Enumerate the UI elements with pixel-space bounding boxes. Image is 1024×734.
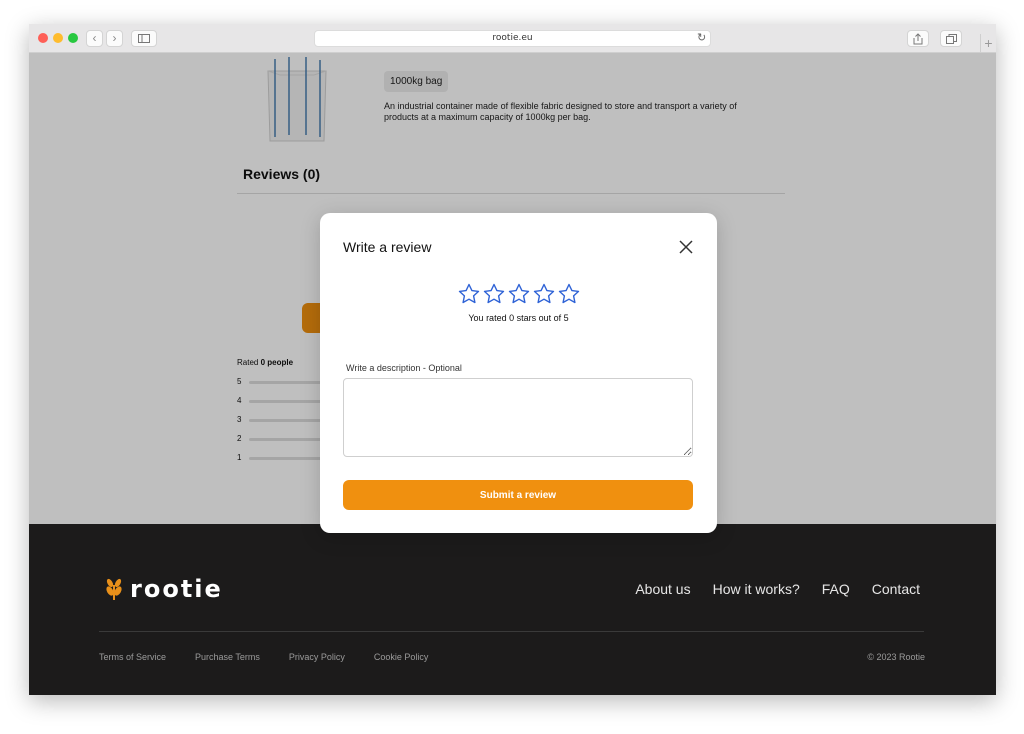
footer-link-contact[interactable]: Contact <box>872 581 920 597</box>
wheat-icon <box>106 578 122 600</box>
footer-link-how-it-works[interactable]: How it works? <box>713 581 800 597</box>
logo-text: rootie <box>130 575 223 603</box>
star-icon[interactable] <box>557 283 581 305</box>
zoom-window-button[interactable] <box>68 33 78 43</box>
back-button[interactable]: ‹ <box>86 30 103 47</box>
footer-link-purchase-terms[interactable]: Purchase Terms <box>195 652 260 662</box>
footer-nav: About us How it works? FAQ Contact <box>635 581 920 597</box>
description-label: Write a description - Optional <box>346 363 462 373</box>
chevron-right-icon: › <box>112 31 117 45</box>
share-icon <box>913 33 923 45</box>
minimize-window-button[interactable] <box>53 33 63 43</box>
browser-titlebar: ‹ › rootie.eu ↻ + <box>29 24 996 53</box>
footer-legal-links: Terms of Service Purchase Terms Privacy … <box>99 652 428 662</box>
url-text: rootie.eu <box>492 33 533 43</box>
footer-divider <box>99 631 924 632</box>
tabs-overview-button[interactable] <box>940 30 962 47</box>
chevron-left-icon: ‹ <box>92 31 97 45</box>
reload-icon[interactable]: ↻ <box>697 30 706 47</box>
submit-review-button[interactable]: Submit a review <box>343 480 693 510</box>
star-icon[interactable] <box>457 283 481 305</box>
footer-link-terms[interactable]: Terms of Service <box>99 652 166 662</box>
site-footer: rootie About us How it works? FAQ Contac… <box>29 524 996 695</box>
close-icon[interactable] <box>678 239 694 255</box>
rating-status: You rated 0 stars out of 5 <box>468 313 569 323</box>
tabs-icon <box>945 34 957 44</box>
copyright: © 2023 Rootie <box>867 652 925 662</box>
forward-button[interactable]: › <box>106 30 123 47</box>
rootie-logo[interactable]: rootie <box>104 574 223 604</box>
footer-link-cookies[interactable]: Cookie Policy <box>374 652 429 662</box>
browser-window: ‹ › rootie.eu ↻ + 1000kg bag An industri… <box>29 24 996 695</box>
footer-link-privacy[interactable]: Privacy Policy <box>289 652 345 662</box>
description-field[interactable] <box>343 378 693 457</box>
address-bar[interactable]: rootie.eu <box>314 30 711 47</box>
star-icon[interactable] <box>532 283 556 305</box>
sidebar-toggle-button[interactable] <box>131 30 157 47</box>
footer-link-about[interactable]: About us <box>635 581 690 597</box>
sidebar-icon <box>138 34 150 43</box>
plus-icon[interactable]: + <box>980 34 996 53</box>
dialog-title: Write a review <box>343 239 432 255</box>
star-rating <box>320 283 717 305</box>
share-button[interactable] <box>907 30 929 47</box>
star-icon[interactable] <box>482 283 506 305</box>
star-icon[interactable] <box>507 283 531 305</box>
write-review-dialog: Write a review You rated 0 stars out of … <box>320 213 717 533</box>
close-window-button[interactable] <box>38 33 48 43</box>
footer-link-faq[interactable]: FAQ <box>822 581 850 597</box>
